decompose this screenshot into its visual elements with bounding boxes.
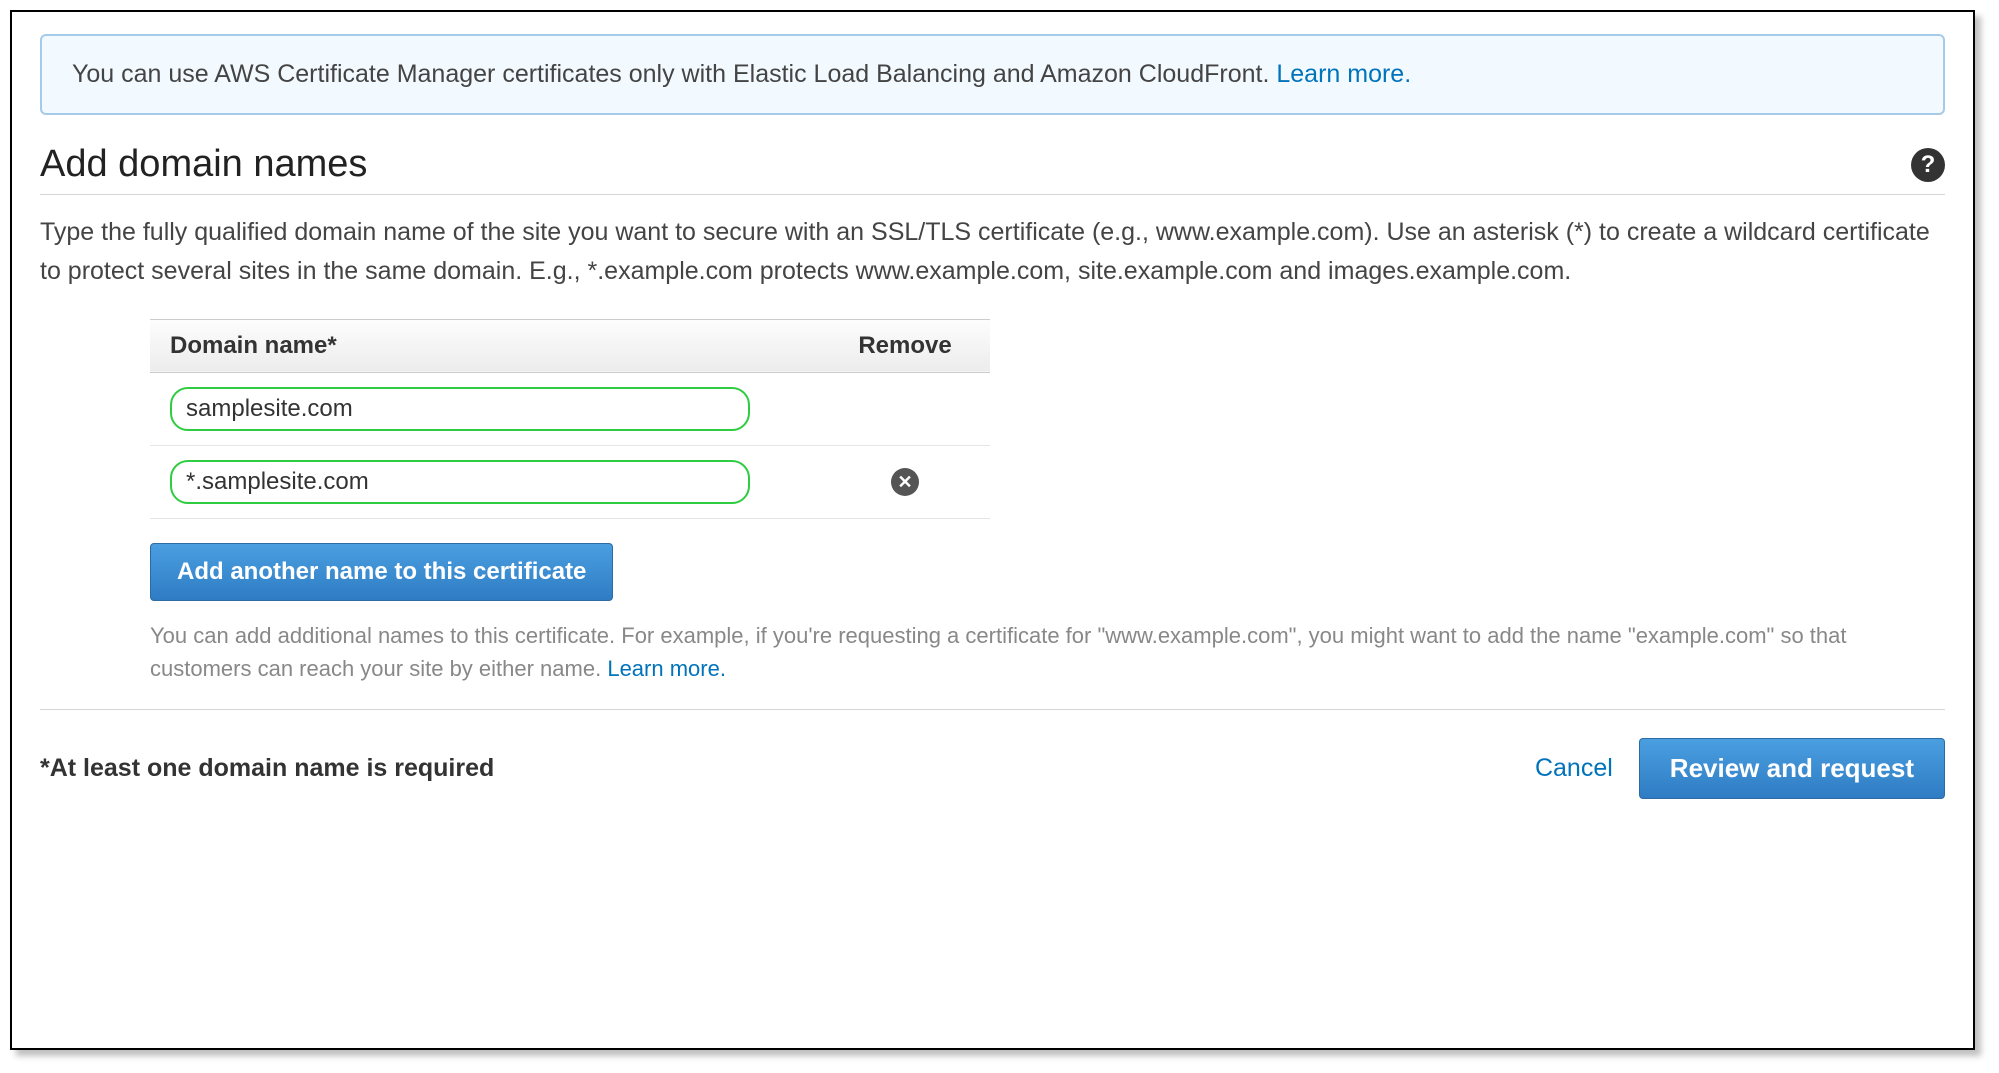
table-row: ✕ — [150, 445, 990, 518]
domain-table: Domain name* Remove ✕ — [150, 319, 990, 519]
col-header-domain: Domain name* — [150, 319, 820, 372]
footer-row: *At least one domain name is required Ca… — [40, 738, 1945, 799]
title-row: Add domain names ? — [40, 143, 1945, 195]
cancel-button[interactable]: Cancel — [1535, 754, 1613, 783]
table-row — [150, 372, 990, 445]
help-icon[interactable]: ? — [1911, 148, 1945, 182]
remove-domain-button[interactable]: ✕ — [891, 468, 919, 496]
domain-section: Domain name* Remove ✕ — [150, 319, 990, 685]
remove-cell-0 — [820, 372, 990, 445]
add-hint-text: You can add additional names to this cer… — [150, 623, 1846, 681]
page-description: Type the fully qualified domain name of … — [40, 213, 1945, 291]
page-title: Add domain names — [40, 143, 367, 186]
footer-actions: Cancel Review and request — [1535, 738, 1945, 799]
dialog-frame: You can use AWS Certificate Manager cert… — [10, 10, 1975, 1050]
col-header-remove: Remove — [820, 319, 990, 372]
info-banner-learn-more-link[interactable]: Learn more. — [1276, 60, 1411, 88]
divider — [40, 709, 1945, 710]
required-note: *At least one domain name is required — [40, 754, 494, 783]
add-another-name-button[interactable]: Add another name to this certificate — [150, 543, 613, 601]
info-banner: You can use AWS Certificate Manager cert… — [40, 34, 1945, 115]
add-hint-learn-more-link[interactable]: Learn more. — [607, 656, 726, 681]
domain-input-0[interactable] — [170, 387, 750, 431]
add-hint: You can add additional names to this cer… — [150, 619, 1850, 685]
review-and-request-button[interactable]: Review and request — [1639, 738, 1945, 799]
domain-input-1[interactable] — [170, 460, 750, 504]
close-icon: ✕ — [897, 472, 912, 492]
info-banner-text: You can use AWS Certificate Manager cert… — [72, 60, 1276, 88]
